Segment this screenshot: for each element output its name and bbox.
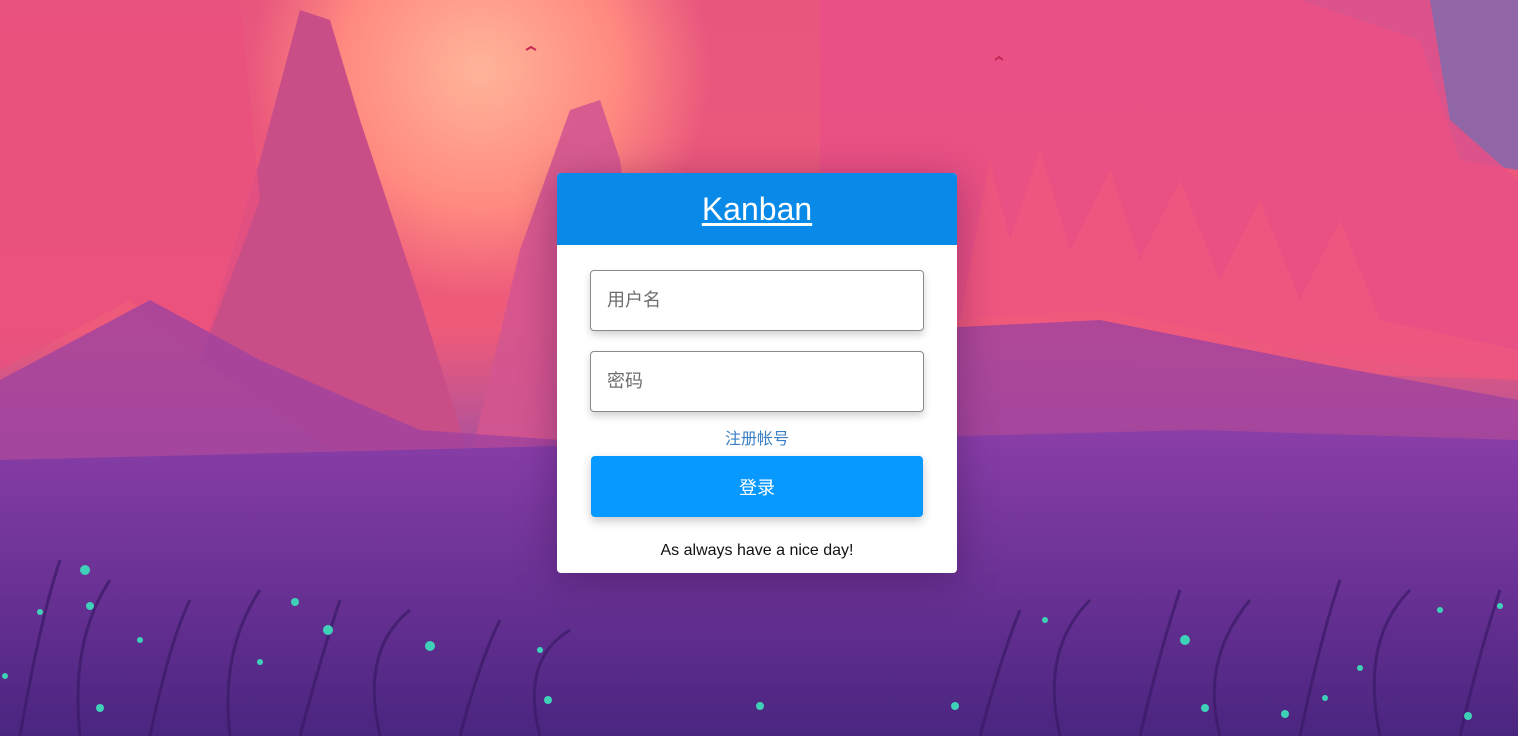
login-card: Kanban 注册帐号 登录 As always have a nice day… (557, 173, 957, 573)
login-form: 注册帐号 登录 As always have a nice day! (557, 245, 957, 573)
username-input[interactable] (590, 270, 924, 331)
login-button[interactable]: 登录 (591, 456, 923, 517)
login-card-header: Kanban (557, 173, 957, 245)
password-input[interactable] (590, 351, 924, 412)
footer-message: As always have a nice day! (660, 542, 854, 559)
app-title-link[interactable]: Kanban (702, 193, 812, 225)
register-account-link[interactable]: 注册帐号 (557, 425, 957, 449)
